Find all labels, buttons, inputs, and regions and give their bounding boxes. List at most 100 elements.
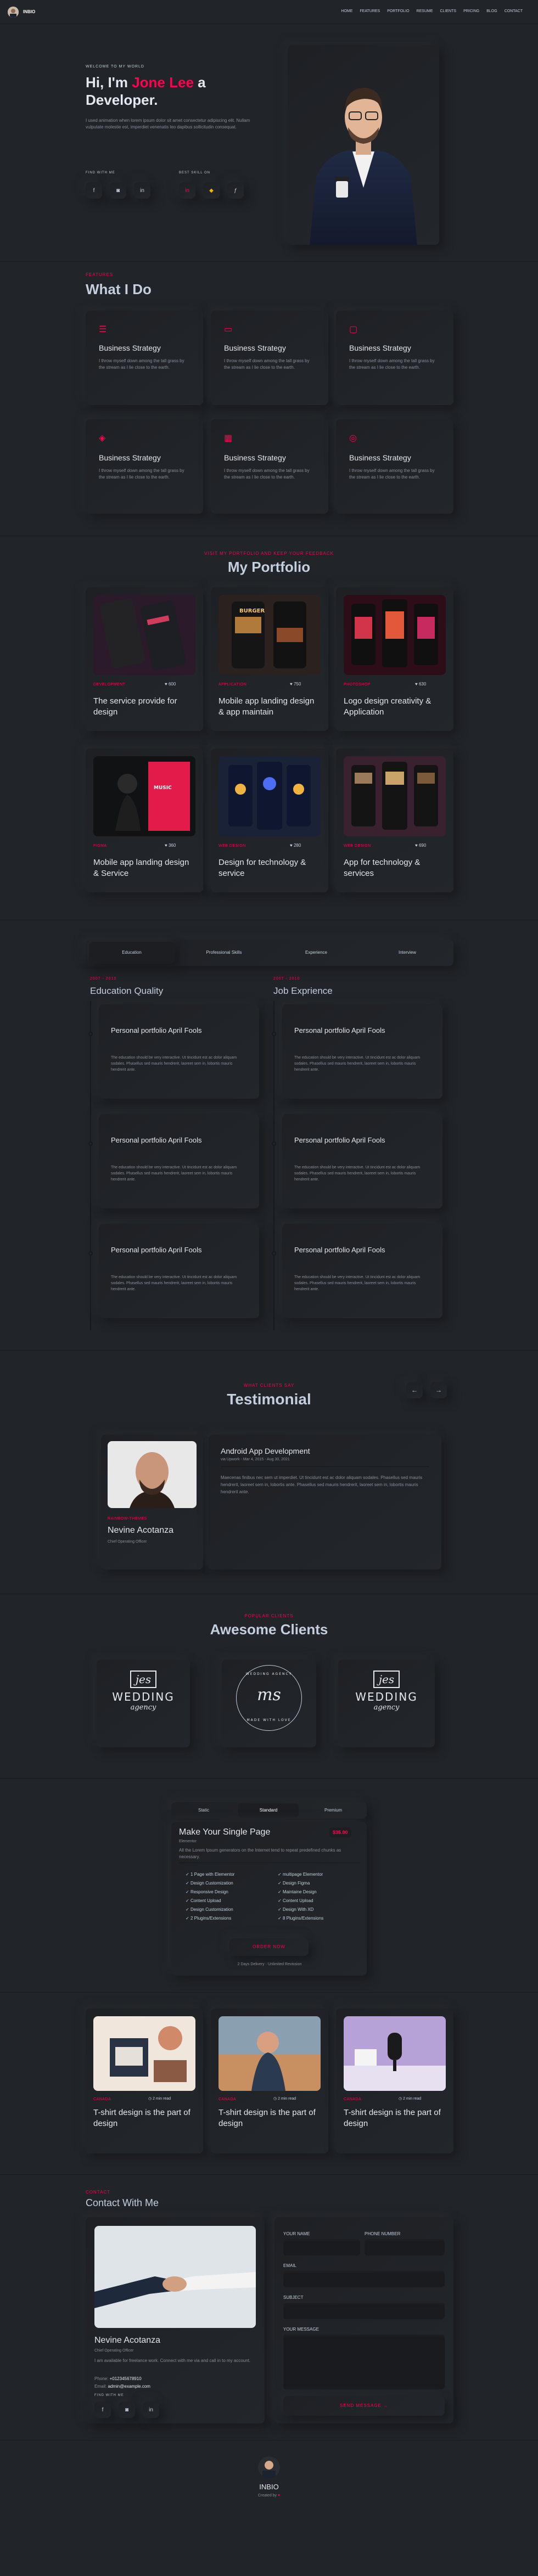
clock-icon: ◷ [273,2097,278,2101]
blog-title[interactable]: T-shirt design is the part of design [93,2107,195,2129]
nav-contact[interactable]: CONTACT [505,9,523,13]
tab-education[interactable]: Education [89,942,175,964]
facebook-icon[interactable]: f [94,2401,111,2418]
tab-professional-skills[interactable]: Professional Skills [181,942,267,964]
phone-input[interactable] [365,2239,445,2256]
timeline-dot [272,1032,276,1036]
check-icon: ✓ [278,1872,283,1877]
portfolio-title-text[interactable]: Logo design creativity & Application [344,696,446,718]
portfolio-tag: APPLICATION [218,683,247,687]
linkedin-skill-icon[interactable]: in [179,182,195,199]
likes-count: 750 [293,682,301,687]
pricing-tab-standard[interactable]: Standard [238,1803,299,1818]
portfolio-title-text[interactable]: App for technology & services [344,857,446,879]
portfolio-thumb [344,756,446,836]
heart-icon: ♥ [290,682,294,687]
hero-name: Jone Lee [132,74,194,91]
nav-resume[interactable]: RESUME [417,9,433,13]
figma-icon[interactable]: ƒ [227,182,244,199]
feature-text: I throw myself down among the tall grass… [349,468,435,480]
portfolio-likes: ♥ 750 [290,682,301,687]
pricing-feature: multipage Elementor [282,1872,323,1877]
instagram-icon[interactable]: ◙ [119,2401,135,2418]
logo-avatar[interactable] [8,7,19,18]
footer-logo-avatar[interactable] [258,2456,280,2478]
send-message-button[interactable]: SEND MESSAGE → [283,2396,445,2416]
footer-logo-text: INBIO [259,2483,279,2491]
timeline-dot [88,1141,93,1146]
name-input[interactable] [283,2239,360,2256]
order-now-button[interactable]: ORDER NOW [229,1938,309,1956]
resume-item-text: The education should be very interactive… [294,1275,421,1291]
resume-card [282,1114,442,1208]
main-nav: HOME FEATURES PORTFOLIO RESUME CLIENTS P… [341,9,523,13]
resume-card [99,1224,259,1318]
contact-title: Contact With Me [86,2197,159,2208]
job-years: 2007 - 2010 [273,977,300,981]
likes-count: 600 [168,682,176,687]
nav-features[interactable]: FEATURES [360,9,380,13]
instagram-icon[interactable]: ◙ [110,182,126,199]
portfolio-tag: FIGMA [93,844,107,848]
linkedin-icon[interactable]: in [143,2401,159,2418]
testimonial-photo [108,1441,197,1508]
nav-home[interactable]: HOME [341,9,352,13]
portfolio-title-text[interactable]: Design for technology & service [218,857,321,879]
svg-text:BURGER: BURGER [239,608,265,614]
pricing-note-revision: Unlimited Revission [267,1962,302,1966]
resume-item-title: Personal portfolio April Fools [294,1246,385,1254]
timeline-dot [272,1141,276,1146]
client-monogram: jes [373,1671,400,1688]
tab-experience[interactable]: Experience [273,942,359,964]
testimonial-title: Testimonial [227,1391,311,1408]
portfolio-likes: ♥ 280 [290,843,301,848]
nav-clients[interactable]: CLIENTS [440,9,457,13]
message-textarea[interactable] [283,2335,445,2389]
nav-portfolio[interactable]: PORTFOLIO [387,9,409,13]
hero-portrait-card [288,45,439,245]
pricing-feature: 2 Plugins/Extensions [190,1916,232,1921]
nav-blog[interactable]: BLOG [486,9,497,13]
resume-item-title: Personal portfolio April Fools [111,1026,202,1034]
arrow-right-icon: → [383,2403,389,2408]
pricing-tab-premium[interactable]: Premium [303,1802,363,1819]
next-arrow-icon[interactable]: → [430,1382,447,1398]
testimonial-text: Maecenas finibus nec sem ut imperdiet. U… [221,1475,423,1494]
contact-email[interactable]: admin@example.com [108,2384,150,2389]
prev-arrow-icon[interactable]: ← [406,1382,423,1398]
portfolio-likes: ♥ 600 [165,682,176,687]
tab-interview[interactable]: Interview [365,942,450,964]
facebook-icon[interactable]: f [86,182,102,199]
pricing-note: 2 Days Delivery · Unlimited Revission [237,1962,302,1966]
resume-item-text: The education should be very interactive… [111,1275,237,1291]
portfolio-title-text[interactable]: Mobile app landing design & Service [93,857,195,879]
check-icon: ✓ [186,1907,190,1912]
clock-icon: ◷ [148,2097,153,2101]
sketch-icon[interactable]: ◆ [203,182,220,199]
client-logo-wedding: jes WEDDING agency [338,1671,435,1712]
book-icon: ▭ [224,325,233,334]
portfolio-likes: ♥ 360 [165,843,176,848]
email-input[interactable] [283,2271,445,2287]
blog-title[interactable]: T-shirt design is the part of design [218,2107,321,2129]
linkedin-icon[interactable]: in [134,182,150,199]
blog-time: 2 min read [153,2097,171,2101]
client-script: agency [373,1703,400,1712]
portfolio-title-text[interactable]: The service provide for design [93,696,195,718]
target-icon: ◎ [349,434,357,443]
pricing-tab-static[interactable]: Static [173,1802,234,1819]
portfolio-title-text[interactable]: Mobile app landing design & app maintain [218,696,321,718]
blog-title[interactable]: T-shirt design is the part of design [344,2107,446,2129]
timeline-line [273,1001,274,1330]
blog-thumb [93,2016,195,2091]
menu-icon: ☰ [99,325,107,334]
hero-welcome: WELCOME TO MY WORLD [86,65,144,69]
contact-phone[interactable]: +012345678910 [110,2376,142,2381]
logo-text[interactable]: INBIO [23,9,35,14]
resume-item-text: The education should be very interactive… [111,1166,237,1182]
portfolio-tag: WEB DESIGN [218,844,246,848]
pricing-features-left: ✓ 1 Page with Elementor ✓ Design Customi… [186,1870,234,1923]
hero-hi: Hi, I'm [86,74,132,91]
nav-pricing[interactable]: PRICING [463,9,479,13]
subject-input[interactable] [283,2303,445,2319]
